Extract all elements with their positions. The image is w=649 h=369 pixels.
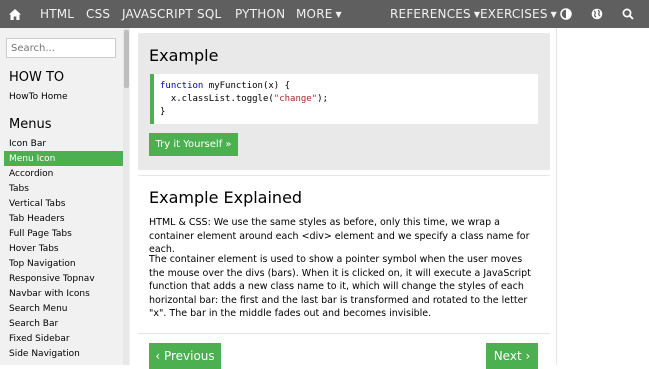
- code-line-1: function myFunction(x) {: [160, 80, 538, 93]
- sidebar-item-accordion[interactable]: Accordion: [9, 169, 53, 179]
- nav-references-label: REFERENCES: [390, 7, 471, 21]
- sidebar-item-navbar-with-icons[interactable]: Navbar with Icons: [9, 289, 90, 299]
- explained-paragraph-1: HTML & CSS: We use the same styles as be…: [149, 217, 530, 255]
- code-line-3: }: [160, 107, 166, 117]
- sidebar-item-tab-headers[interactable]: Tab Headers: [9, 214, 65, 224]
- example-title: Example: [149, 46, 219, 65]
- sidebar-item-vertical-tabs[interactable]: Vertical Tabs: [9, 199, 65, 209]
- sidebar: HOW TO HowTo Home Menus Icon Bar Menu Ic…: [0, 28, 130, 365]
- code-text: myFunction(x) {: [203, 81, 291, 91]
- nav-html[interactable]: HTML: [40, 0, 74, 28]
- nav-python[interactable]: PYTHON: [235, 0, 285, 28]
- caret-down-icon: ▼: [335, 10, 342, 19]
- sidebar-item-side-navigation[interactable]: Side Navigation: [9, 349, 80, 359]
- sidebar-item-full-page-tabs[interactable]: Full Page Tabs: [9, 229, 72, 239]
- code-text: );: [317, 94, 328, 104]
- nav-sql[interactable]: SQL: [197, 0, 221, 28]
- divider: [138, 175, 550, 176]
- code-text: x.classList.toggle(: [160, 94, 274, 104]
- nav-more-label: MORE: [296, 7, 333, 21]
- contrast-icon[interactable]: [558, 0, 574, 28]
- sidebar-item-top-navigation[interactable]: Top Navigation: [9, 259, 76, 269]
- sidebar-item-search-menu[interactable]: Search Menu: [9, 304, 68, 314]
- sidebar-scrollbar-thumb[interactable]: [124, 30, 129, 88]
- code-string: "change": [273, 94, 318, 104]
- home-icon[interactable]: [6, 0, 24, 28]
- next-button[interactable]: Next ›: [486, 343, 538, 369]
- sidebar-item-search-bar[interactable]: Search Bar: [9, 319, 58, 329]
- explained-title: Example Explained: [149, 188, 303, 207]
- caret-down-icon: ▼: [550, 10, 558, 19]
- nav-exercises-label: EXERCISES: [480, 7, 548, 21]
- nav-more[interactable]: MORE ▼: [296, 0, 342, 28]
- sidebar-item-responsive-topnav[interactable]: Responsive Topnav: [9, 274, 95, 284]
- explained-paragraph-2: The container element is used to show a …: [149, 254, 531, 319]
- nav-css[interactable]: CSS: [86, 0, 110, 28]
- howto-heading: HOW TO: [9, 70, 65, 85]
- globe-icon[interactable]: [589, 0, 605, 28]
- code-block: function myFunction(x) { x.classList.tog…: [150, 74, 538, 124]
- sidebar-item-icon-bar[interactable]: Icon Bar: [9, 139, 46, 149]
- sidebar-item-fixed-sidebar[interactable]: Fixed Sidebar: [9, 334, 70, 344]
- nav-references[interactable]: REFERENCES ▼: [390, 0, 480, 28]
- menus-heading: Menus: [9, 117, 52, 132]
- sidebar-search-input[interactable]: [6, 38, 116, 58]
- code-line-2: x.classList.toggle("change");: [160, 93, 538, 106]
- sidebar-item-menu-icon[interactable]: Menu Icon: [9, 154, 55, 164]
- previous-button[interactable]: ‹ Previous: [149, 343, 221, 369]
- nav-javascript[interactable]: JAVASCRIPT: [122, 0, 193, 28]
- search-icon[interactable]: [620, 0, 636, 28]
- divider: [138, 333, 550, 334]
- top-navigation: HTML CSS JAVASCRIPT SQL PYTHON MORE ▼ REF…: [0, 0, 649, 28]
- nav-exercises[interactable]: EXERCISES ▼: [480, 0, 557, 28]
- try-it-yourself-button[interactable]: Try it Yourself »: [149, 133, 238, 156]
- content-divider: [556, 28, 557, 365]
- sidebar-item-tabs[interactable]: Tabs: [9, 184, 29, 194]
- sidebar-item-howto-home[interactable]: HowTo Home: [9, 92, 68, 102]
- code-keyword: function: [160, 81, 204, 91]
- sidebar-item-hover-tabs[interactable]: Hover Tabs: [9, 244, 59, 254]
